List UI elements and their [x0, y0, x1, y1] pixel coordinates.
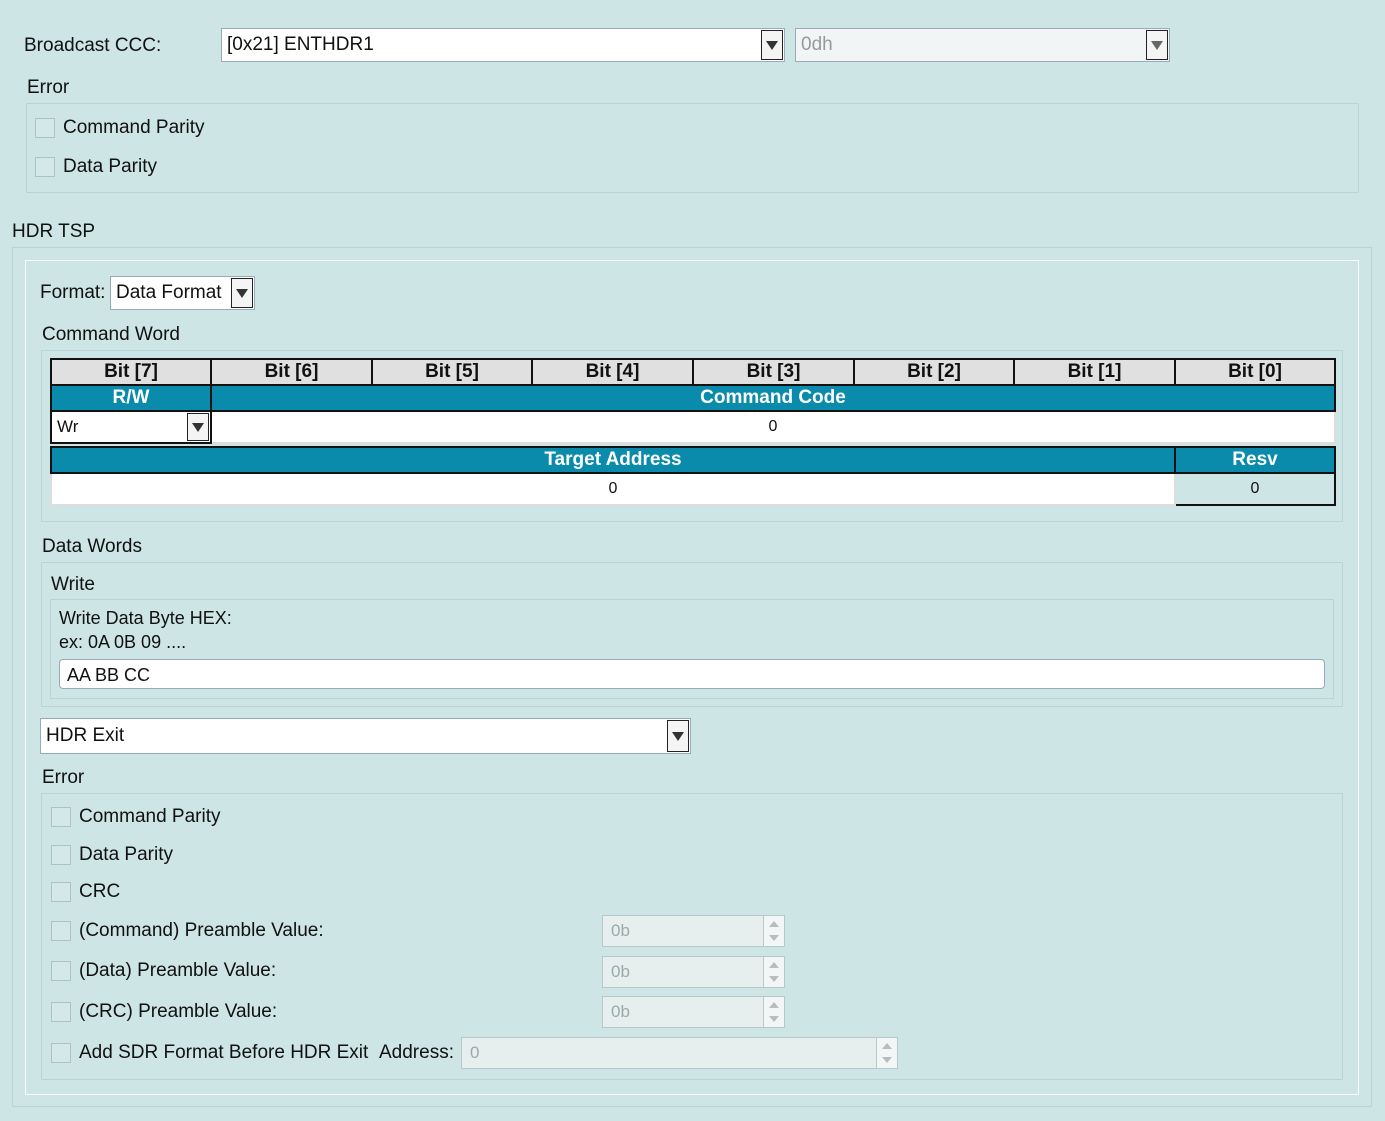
cmd-parity-label: Command Parity: [79, 806, 221, 827]
hdr-exit-value: HDR Exit: [46, 725, 125, 746]
data-preamble-label: (Data) Preamble Value:: [79, 960, 277, 981]
address-value: 0: [470, 1043, 480, 1062]
crc-preamble-value: 0b: [611, 1002, 630, 1021]
data-parity-bottom-checkbox[interactable]: [51, 845, 71, 865]
data-parity-label: Data Parity: [63, 156, 157, 177]
bit-3-header: Bit [3]: [692, 358, 855, 386]
crc-preamble-checkbox[interactable]: [51, 1002, 71, 1022]
data-parity-bottom-label: Data Parity: [79, 844, 173, 865]
command-code-input[interactable]: 0: [210, 410, 1336, 444]
write-hint-line2: ex: 0A 0B 09 ....: [59, 632, 187, 652]
spinner-arrows-icon[interactable]: [763, 997, 784, 1027]
target-address-input[interactable]: 0: [50, 472, 1176, 506]
crc-checkbox[interactable]: [51, 882, 71, 902]
data-preamble-value: 0b: [611, 962, 630, 981]
chevron-down-icon[interactable]: [187, 413, 209, 441]
address-spinner[interactable]: 0: [461, 1037, 898, 1069]
ccc-panel: Broadcast CCC: [0x21] ENTHDR1 0dh Error …: [0, 0, 1385, 1121]
write-data-input[interactable]: AA BB CC: [59, 659, 1325, 689]
rw-value: Wr: [57, 417, 79, 436]
cmd-parity-checkbox[interactable]: [51, 807, 71, 827]
format-select[interactable]: Data Format: [110, 276, 255, 310]
add-sdr-label: Add SDR Format Before HDR Exit: [79, 1042, 369, 1063]
data-parity-checkbox[interactable]: [35, 157, 55, 177]
chevron-down-icon[interactable]: [231, 278, 253, 308]
rw-header: R/W: [50, 384, 212, 412]
add-sdr-checkbox[interactable]: [51, 1043, 71, 1063]
ccc-secondary-select[interactable]: 0dh: [795, 28, 1170, 62]
bit-0-header: Bit [0]: [1174, 358, 1336, 386]
write-title: Write: [51, 574, 95, 595]
broadcast-ccc-select[interactable]: [0x21] ENTHDR1: [221, 28, 785, 62]
error-top-title: Error: [27, 77, 70, 98]
spinner-arrows-icon[interactable]: [876, 1038, 897, 1068]
crc-preamble-spinner[interactable]: 0b: [602, 996, 785, 1028]
command-preamble-value: 0b: [611, 921, 630, 940]
data-words-title: Data Words: [42, 536, 142, 557]
bit-7-header: Bit [7]: [50, 358, 212, 386]
address-label: Address:: [379, 1042, 454, 1063]
chevron-down-icon[interactable]: [667, 720, 689, 752]
resv-value: 0: [1174, 472, 1336, 506]
command-parity-checkbox[interactable]: [35, 118, 55, 138]
crc-preamble-label: (CRC) Preamble Value:: [79, 1001, 278, 1022]
hdr-exit-select[interactable]: HDR Exit: [40, 718, 691, 754]
broadcast-ccc-label: Broadcast CCC:: [24, 35, 162, 56]
rw-select[interactable]: Wr: [52, 412, 210, 442]
command-preamble-label: (Command) Preamble Value:: [79, 920, 324, 941]
command-parity-label: Command Parity: [63, 117, 205, 138]
spinner-arrows-icon[interactable]: [763, 916, 784, 946]
command-word-title: Command Word: [42, 324, 180, 345]
ccc-secondary-value: 0dh: [801, 34, 833, 55]
write-data-value: AA BB CC: [67, 665, 151, 685]
broadcast-ccc-value: [0x21] ENTHDR1: [227, 34, 374, 55]
hdr-tsp-title: HDR TSP: [12, 221, 96, 242]
command-preamble-checkbox[interactable]: [51, 921, 71, 941]
spinner-arrows-icon[interactable]: [763, 957, 784, 987]
error-top-group: [26, 103, 1359, 193]
error-bottom-title: Error: [42, 767, 85, 788]
resv-header: Resv: [1174, 446, 1336, 474]
data-preamble-spinner[interactable]: 0b: [602, 956, 785, 988]
bit-5-header: Bit [5]: [371, 358, 533, 386]
bit-6-header: Bit [6]: [210, 358, 373, 386]
chevron-down-icon[interactable]: [1146, 30, 1168, 60]
bit-4-header: Bit [4]: [531, 358, 694, 386]
rw-cell: Wr: [50, 410, 212, 444]
format-value: Data Format: [116, 282, 222, 303]
bit-2-header: Bit [2]: [853, 358, 1015, 386]
command-word-table: Bit [7] Bit [6] Bit [5] Bit [4] Bit [3] …: [50, 358, 1336, 506]
command-preamble-spinner[interactable]: 0b: [602, 915, 785, 947]
target-address-header: Target Address: [50, 446, 1176, 474]
bit-1-header: Bit [1]: [1013, 358, 1176, 386]
chevron-down-icon[interactable]: [761, 30, 783, 60]
write-hint-line1: Write Data Byte HEX:: [59, 608, 232, 628]
command-code-header: Command Code: [210, 384, 1336, 412]
format-label: Format:: [40, 282, 106, 303]
crc-label: CRC: [79, 881, 121, 902]
data-preamble-checkbox[interactable]: [51, 961, 71, 981]
